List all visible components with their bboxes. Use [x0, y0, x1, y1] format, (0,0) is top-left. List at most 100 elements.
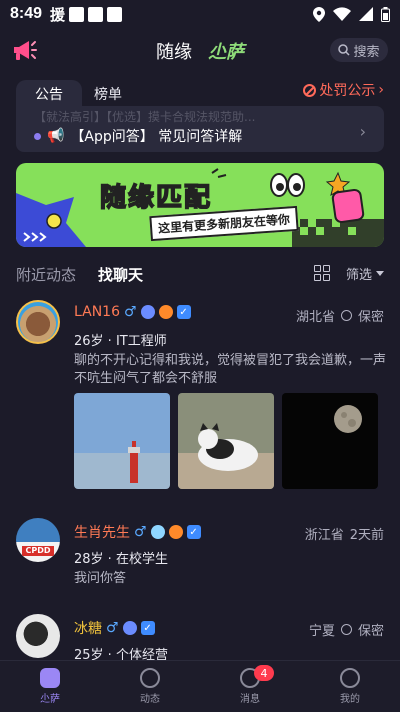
photo-cat[interactable]	[178, 393, 274, 489]
nav-messages[interactable]: 消息 4	[200, 661, 300, 712]
chevron-right-icon: ›	[378, 82, 384, 98]
status-bar: 8:49 援	[0, 0, 400, 28]
notification-square2-icon	[107, 6, 123, 22]
tab-suiyuan[interactable]: 随缘	[156, 38, 192, 64]
nav-label: 消息	[240, 694, 260, 705]
battery-icon	[381, 6, 390, 22]
photo-row	[74, 393, 380, 489]
top-tabs: 随缘 尐萨	[156, 38, 244, 64]
eyes-icon	[270, 173, 305, 197]
tab-find-chat[interactable]: 找聊天	[98, 264, 143, 285]
nav-label: 动态	[140, 694, 160, 705]
list-item[interactable]: 冰糖 ♂ ✓ 宁夏 保密 25岁 · 个体经营	[16, 614, 384, 663]
location-text: 浙江省	[304, 528, 344, 543]
tab-ranking[interactable]: 榜单	[94, 84, 122, 104]
notification-icons: 援	[50, 4, 123, 25]
location-text: 湖北省	[295, 310, 335, 325]
banner-title: 随缘匹配	[99, 182, 213, 214]
user-name-row: 生肖先生 ♂ ✓	[74, 522, 201, 542]
nav-home[interactable]: 尐萨	[0, 661, 100, 712]
chevron-right-icon: ›	[359, 122, 366, 141]
notice-marquee[interactable]: 【就法高引】【优选】摸卡合规法规范助... 📢 【App问答】 常见问答详解 ›	[16, 106, 384, 152]
wifi-icon	[333, 7, 351, 21]
signal-icon	[359, 7, 373, 21]
avatar[interactable]: CPDD	[16, 518, 60, 562]
home-icon	[40, 668, 60, 688]
location-icon	[313, 6, 325, 22]
penalty-label: 处罚公示	[319, 83, 376, 99]
user-name: LAN16	[74, 304, 120, 320]
bullet-icon	[34, 132, 41, 140]
photo-lighthouse[interactable]	[74, 393, 170, 489]
nav-moments[interactable]: 动态	[100, 661, 200, 712]
avatar-cpdd-text: CPDD	[22, 546, 54, 556]
nav-label: 尐萨	[40, 694, 60, 705]
user-bio: 我问你答	[74, 571, 127, 586]
caret-down-icon	[376, 271, 384, 276]
location-text: 宁夏	[308, 624, 335, 639]
bottom-nav: 尐萨 动态 消息 4 我的	[0, 660, 400, 712]
notice-tabs: 公告 榜单 处罚公示 ›	[16, 80, 384, 108]
verified-icon: ✓	[140, 621, 155, 635]
profile-icon	[340, 668, 360, 688]
announce-icon: 📢	[47, 128, 65, 144]
filter-label: 筛选	[345, 268, 372, 283]
status-time: 8:49	[10, 5, 43, 22]
tab-announcement[interactable]: 公告	[16, 80, 82, 108]
avatar[interactable]	[16, 300, 60, 344]
user-bio: 聊的不开心记得和我说，觉得被冒犯了我会道歉，一声不吭生闷气了都会不舒服	[74, 353, 387, 386]
filter-button[interactable]: 筛选	[346, 264, 384, 283]
list-item[interactable]: LAN16 ♂ ✓ 湖北省 保密 26岁 · IT工程师 聊的不开心记得和我说，…	[16, 300, 387, 500]
list-item[interactable]: CPDD 生肖先生 ♂ ✓ 浙江省 2天前 28岁 · 在校学生 我问你答	[16, 518, 384, 598]
ban-icon	[303, 83, 317, 97]
male-icon: ♂	[134, 524, 147, 540]
photo-moon[interactable]	[282, 393, 378, 489]
user-name: 生肖先生	[74, 525, 130, 541]
match-banner[interactable]: 随缘匹配 这里有更多新朋友在等你	[16, 163, 384, 247]
vip-badge-icon	[168, 525, 183, 539]
user-location: 浙江省 2天前	[305, 524, 384, 543]
level-badge-icon	[140, 305, 155, 319]
user-meta: 26岁 · IT工程师	[74, 334, 167, 349]
search-button[interactable]: 搜索	[330, 38, 388, 62]
user-name-row: 冰糖 ♂ ✓	[74, 618, 155, 638]
clock-icon	[340, 310, 352, 321]
verified-icon: ✓	[186, 525, 201, 539]
notice-previous-line: 【就法高引】【优选】摸卡合规法规范助...	[34, 110, 256, 124]
moments-icon	[140, 668, 160, 688]
vip-badge-icon	[158, 305, 173, 319]
verified-icon: ✓	[176, 305, 191, 319]
search-label: 搜索	[353, 44, 380, 60]
level-badge-icon	[122, 621, 137, 635]
penalty-link[interactable]: 处罚公示 ›	[303, 80, 384, 100]
user-location: 宁夏 保密	[309, 620, 384, 639]
unread-badge: 4	[254, 665, 274, 681]
active-time: 2天前	[349, 528, 384, 543]
nav-label: 我的	[340, 694, 360, 705]
tab-xiaosa[interactable]: 尐萨	[208, 38, 244, 64]
male-icon: ♂	[124, 304, 137, 320]
notice-current-line: 📢 【App问答】 常见问答详解	[34, 126, 242, 146]
notice-text: 【App问答】 常见问答详解	[70, 129, 243, 145]
grid-view-icon[interactable]	[314, 265, 330, 281]
tab-nearby[interactable]: 附近动态	[16, 264, 76, 285]
avatar[interactable]	[16, 614, 60, 658]
user-name: 冰糖	[74, 621, 102, 637]
user-location: 湖北省 保密	[296, 306, 384, 325]
notification-square-icon	[88, 6, 104, 22]
nav-profile[interactable]: 我的	[300, 661, 400, 712]
active-time: 保密	[357, 624, 384, 639]
notification-app-glyph: 援	[50, 5, 66, 24]
active-time: 保密	[357, 310, 384, 325]
male-icon: ♂	[106, 620, 119, 636]
search-icon	[338, 44, 351, 56]
clock-icon	[340, 624, 352, 635]
notification-a-icon	[69, 6, 85, 22]
user-name-row: LAN16 ♂ ✓	[74, 304, 191, 320]
feed-tabs: 附近动态 找聊天 筛选	[16, 262, 384, 286]
user-meta: 28岁 · 在校学生	[74, 552, 168, 567]
level-badge-icon	[150, 525, 165, 539]
system-icons	[313, 6, 390, 22]
notice-panel: 公告 榜单 处罚公示 › 【就法高引】【优选】摸卡合规法规范助... 📢 【Ap…	[16, 80, 384, 152]
megaphone-icon[interactable]	[10, 36, 38, 64]
